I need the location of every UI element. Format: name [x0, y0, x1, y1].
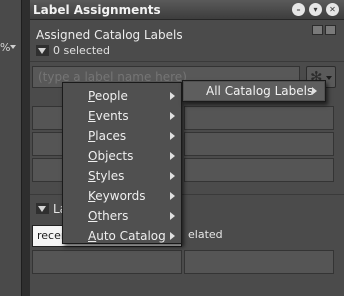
menu-item-all-catalog-labels[interactable]: All Catalog Labels [184, 82, 324, 100]
panel-title: Label Assignments [33, 3, 161, 17]
tab-related[interactable]: elated [184, 225, 336, 247]
menu-item-people[interactable]: People [63, 86, 181, 106]
assigned-labels-title: Assigned Catalog Labels [36, 28, 183, 42]
menu-item-styles[interactable]: Styles [63, 166, 181, 186]
menu-item-keywords[interactable]: Keywords [63, 186, 181, 206]
grid-view-icon[interactable] [325, 25, 336, 35]
adjacent-panel-fragment: % [0, 41, 11, 54]
collapse-toggle-icon[interactable] [36, 203, 49, 214]
chevron-right-icon [312, 87, 317, 95]
close-icon[interactable]: ✕ [326, 3, 339, 16]
chevron-right-icon [170, 192, 175, 200]
minimize-icon[interactable]: – [292, 3, 305, 16]
panel-gutter [22, 0, 30, 296]
menu-item-others[interactable]: Others [63, 206, 181, 226]
panel-titlebar[interactable]: Label Assignments – ▾ ✕ [30, 0, 344, 20]
label-cell[interactable] [184, 132, 334, 156]
category-context-menu: People Events Places Objects Styles Keyw… [62, 82, 182, 244]
chevron-down-icon[interactable] [10, 45, 16, 49]
collapse-toggle-icon[interactable] [36, 45, 49, 56]
selected-count: 0 selected [53, 44, 110, 57]
menu-item-auto-catalog[interactable]: Auto Catalog [63, 226, 181, 246]
chevron-right-icon [170, 232, 175, 240]
label-cell[interactable] [184, 250, 334, 274]
view-toggle-buttons[interactable] [312, 25, 336, 35]
chevron-right-icon [170, 132, 175, 140]
label-cell[interactable] [184, 158, 334, 182]
options-icon[interactable]: ▾ [309, 3, 322, 16]
chevron-right-icon [170, 152, 175, 160]
chevron-right-icon [170, 172, 175, 180]
chevron-right-icon [170, 212, 175, 220]
divider [30, 61, 344, 62]
menu-item-places[interactable]: Places [63, 126, 181, 146]
chevron-right-icon [170, 92, 175, 100]
menu-item-events[interactable]: Events [63, 106, 181, 126]
adjacent-panel: % [0, 0, 22, 296]
chevron-down-icon [326, 76, 332, 80]
all-catalog-labels-submenu: All Catalog Labels [182, 80, 326, 102]
menu-item-objects[interactable]: Objects [63, 146, 181, 166]
label-cell[interactable] [184, 106, 334, 130]
chevron-right-icon [170, 112, 175, 120]
recent-labels-grid [32, 250, 336, 274]
label-cell[interactable] [32, 250, 182, 274]
list-view-icon[interactable] [312, 25, 323, 35]
